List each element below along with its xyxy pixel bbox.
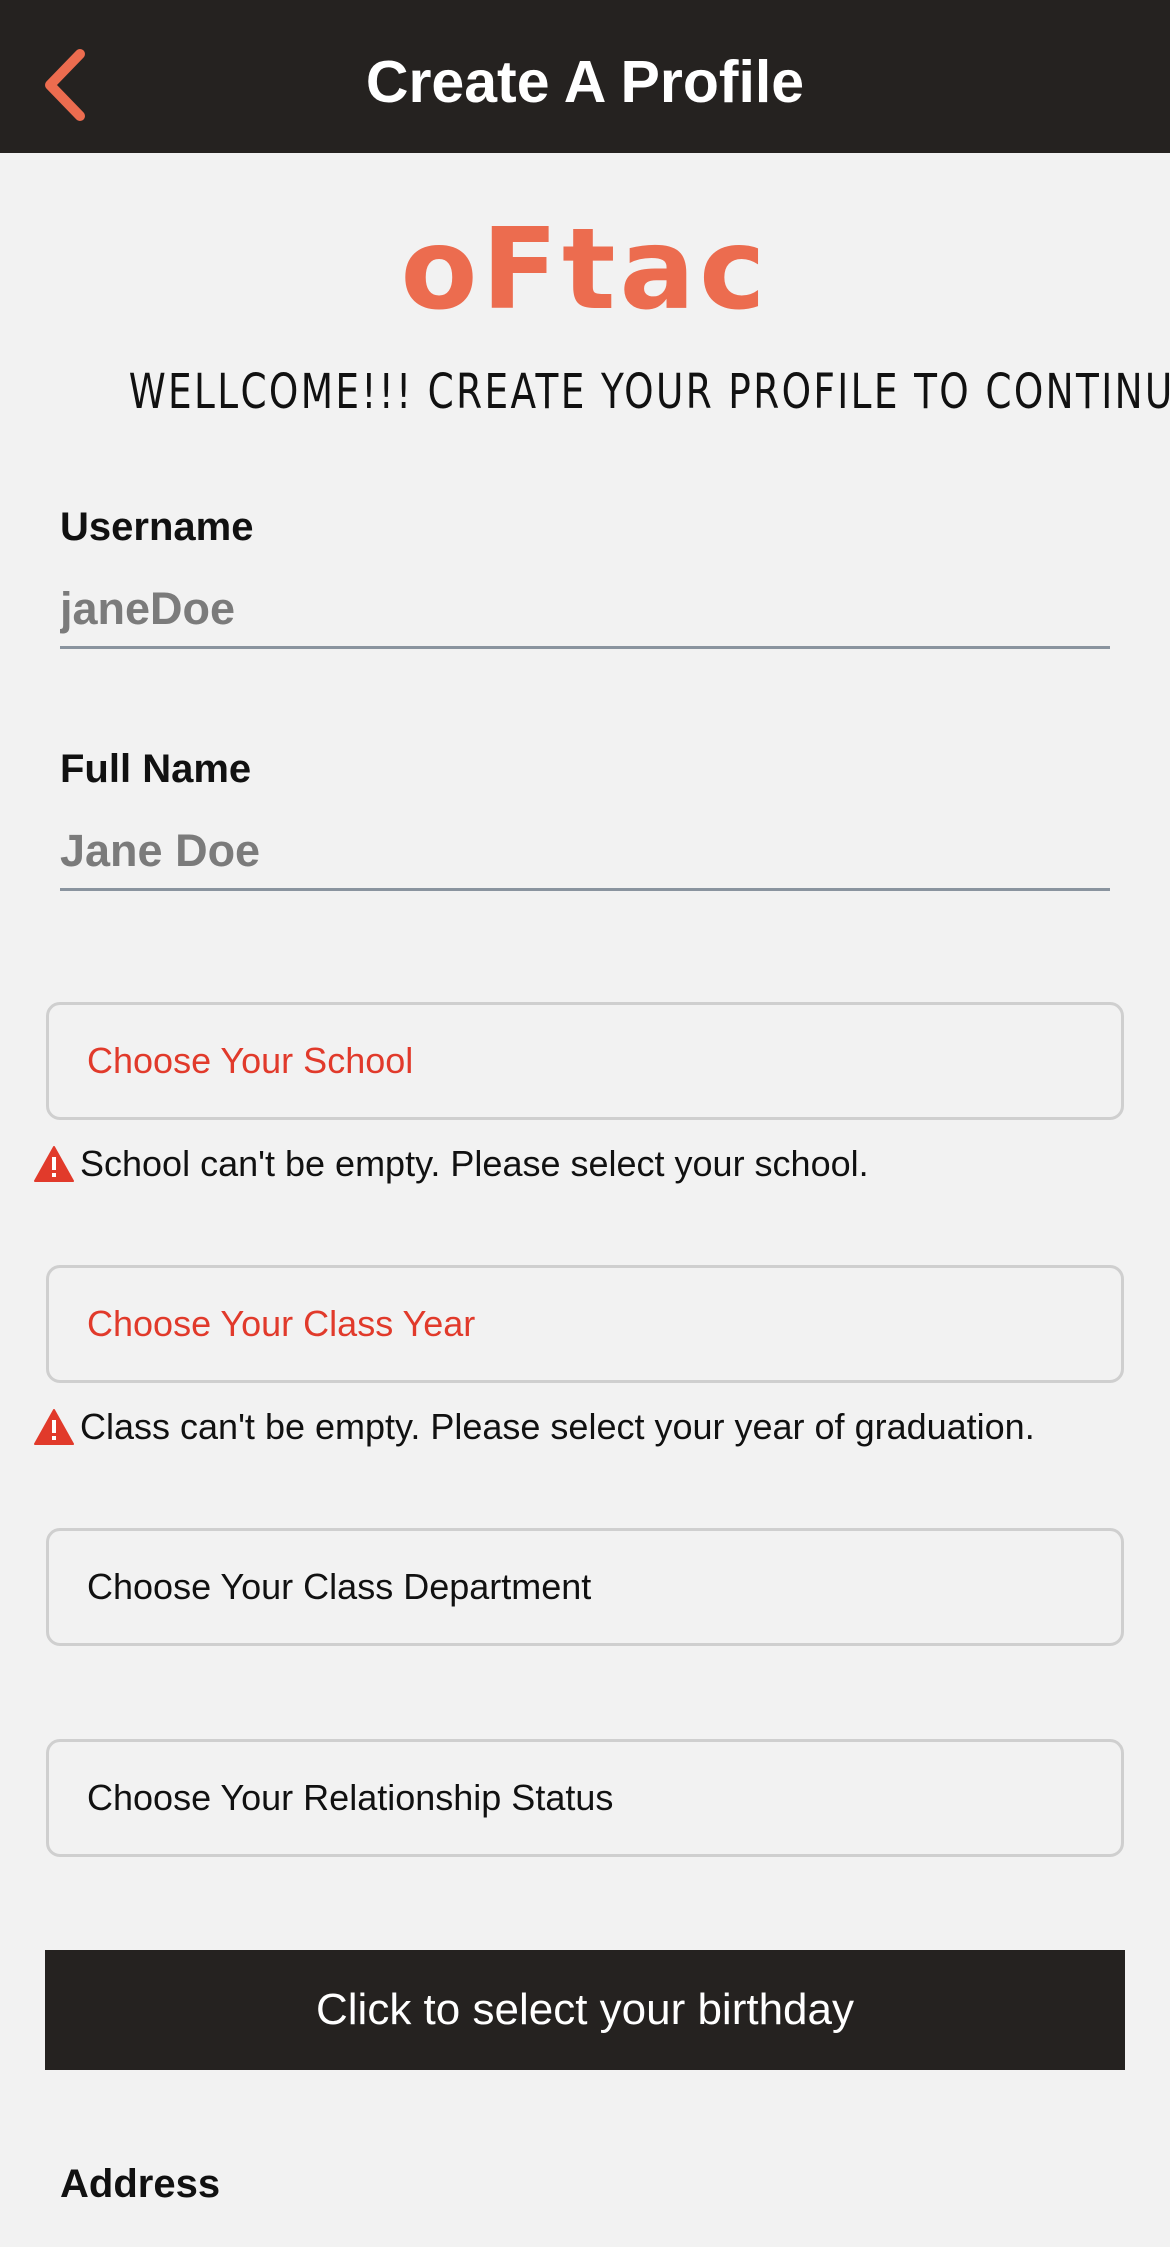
full-name-label: Full Name bbox=[60, 747, 252, 791]
select-birthday-button-label: Click to select your birthday bbox=[316, 1985, 854, 2034]
class-department-select-label: Choose Your Class Department bbox=[87, 1566, 592, 1607]
class-year-select[interactable]: Choose Your Class Year bbox=[46, 1265, 1124, 1383]
create-profile-screen: Create A Profile oFtac WELLCOME!!! CREAT… bbox=[0, 0, 1170, 2247]
class-year-error-text: Class can't be empty. Please select your… bbox=[80, 1406, 1035, 1447]
school-select-label: Choose Your School bbox=[87, 1040, 414, 1081]
top-navigation-bar: Create A Profile bbox=[0, 0, 1170, 153]
class-year-error-message: Class can't be empty. Please select your… bbox=[34, 1405, 1035, 1449]
relationship-status-select[interactable]: Choose Your Relationship Status bbox=[46, 1739, 1124, 1857]
page-title: Create A Profile bbox=[365, 49, 805, 115]
warning-icon bbox=[34, 1146, 74, 1182]
class-year-select-label: Choose Your Class Year bbox=[87, 1303, 476, 1344]
username-input[interactable] bbox=[60, 571, 1110, 649]
full-name-input[interactable] bbox=[60, 813, 1110, 891]
school-error-message: School can't be empty. Please select you… bbox=[34, 1142, 869, 1186]
relationship-status-select-label: Choose Your Relationship Status bbox=[87, 1777, 614, 1818]
school-select[interactable]: Choose Your School bbox=[46, 1002, 1124, 1120]
username-label: Username bbox=[60, 505, 254, 549]
class-department-select[interactable]: Choose Your Class Department bbox=[46, 1528, 1124, 1646]
select-birthday-button[interactable]: Click to select your birthday bbox=[45, 1950, 1125, 2070]
warning-icon bbox=[34, 1409, 74, 1445]
app-logo: oFtac bbox=[400, 205, 770, 335]
address-label: Address bbox=[60, 2162, 221, 2206]
welcome-heading: WELLCOME!!! CREATE YOUR PROFILE TO CONTI… bbox=[128, 364, 1170, 420]
school-error-text: School can't be empty. Please select you… bbox=[80, 1143, 869, 1184]
